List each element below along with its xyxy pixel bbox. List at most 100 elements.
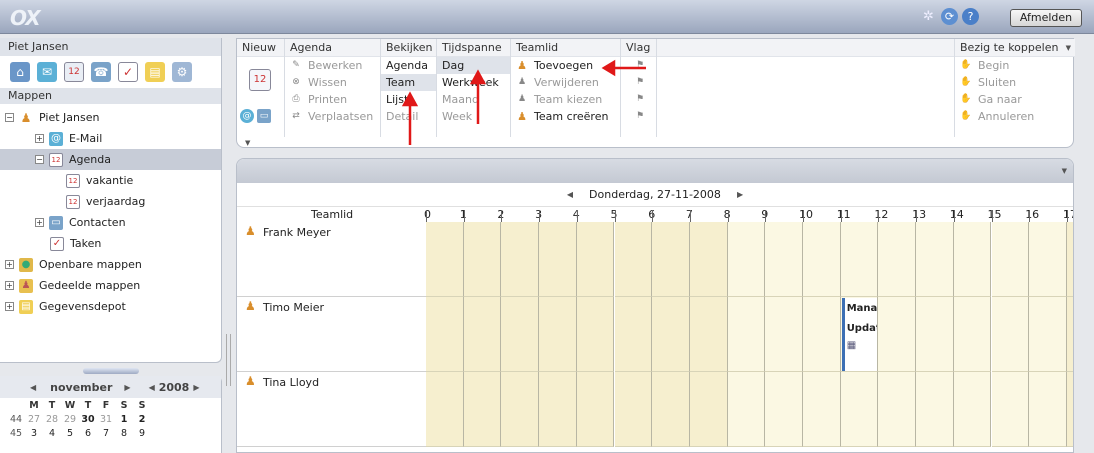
chevron-down-icon[interactable]: ▼ xyxy=(245,139,250,147)
time-slot[interactable] xyxy=(463,222,502,297)
time-slot[interactable] xyxy=(765,372,803,447)
tree-item-taken[interactable]: ✓ Taken xyxy=(0,233,221,254)
timespan-workweek-button[interactable]: Werkweek xyxy=(437,74,510,91)
expand-icon[interactable]: + xyxy=(5,260,14,269)
time-slot[interactable] xyxy=(1066,297,1073,372)
team-member-row[interactable]: ♟ Frank Meyer xyxy=(237,222,426,297)
calendar-day[interactable]: 7 xyxy=(97,428,115,439)
link-goto-button[interactable]: ✋ Ga naar xyxy=(955,91,1075,108)
chevron-down-icon[interactable]: ▼ xyxy=(1062,167,1067,175)
collapse-icon[interactable]: − xyxy=(5,113,14,122)
time-slot[interactable] xyxy=(614,372,653,447)
panel-splitter-handle[interactable] xyxy=(83,368,139,374)
time-slot[interactable] xyxy=(501,222,540,297)
time-slot[interactable] xyxy=(463,297,502,372)
vertical-splitter-handle[interactable] xyxy=(226,334,231,386)
tree-item-contacten[interactable]: + ▭ Contacten xyxy=(0,212,221,233)
calendar-day[interactable]: 1 xyxy=(115,414,133,425)
mail-module-icon[interactable]: ✉ xyxy=(37,62,57,82)
time-slot[interactable] xyxy=(614,297,653,372)
team-member-row[interactable]: ♟ Timo Meier xyxy=(237,297,426,372)
calendar-day-today[interactable]: 30 xyxy=(79,414,97,425)
time-slot[interactable] xyxy=(727,222,766,297)
next-day-icon[interactable]: ▶ xyxy=(737,190,743,199)
time-slot[interactable] xyxy=(991,297,1030,372)
next-month-icon[interactable]: ▶ xyxy=(124,383,130,392)
calendar-day[interactable]: 29 xyxy=(61,414,79,425)
time-slot[interactable] xyxy=(463,372,502,447)
time-slot[interactable] xyxy=(878,297,917,372)
new-contact-icon[interactable]: ▭ xyxy=(257,109,271,123)
time-slot[interactable] xyxy=(1029,372,1067,447)
time-slot[interactable] xyxy=(803,222,841,297)
time-slot[interactable] xyxy=(840,222,879,297)
time-slot[interactable] xyxy=(539,297,577,372)
calendar-day[interactable]: 28 xyxy=(43,414,61,425)
time-slot[interactable] xyxy=(727,372,766,447)
settings-module-icon[interactable]: ⚙ xyxy=(172,62,192,82)
refresh-icon[interactable]: ⟳ xyxy=(941,8,958,25)
mini-calendar-month[interactable]: november xyxy=(50,381,112,394)
calendar-day[interactable]: 6 xyxy=(79,428,97,439)
home-icon[interactable]: ⌂ xyxy=(10,62,30,82)
collapse-icon[interactable]: − xyxy=(35,155,44,164)
expand-icon[interactable]: + xyxy=(35,218,44,227)
tree-item-public-folders[interactable]: + ● Openbare mappen xyxy=(0,254,221,275)
logout-button[interactable]: Afmelden xyxy=(1010,9,1082,27)
expand-icon[interactable]: + xyxy=(5,281,14,290)
time-slot[interactable] xyxy=(916,297,954,372)
tree-item-vakantie[interactable]: 12 vakantie xyxy=(0,170,221,191)
time-slot[interactable] xyxy=(539,372,577,447)
new-mail-icon[interactable]: @ xyxy=(240,109,254,123)
time-slot[interactable] xyxy=(652,222,690,297)
flag-option[interactable]: ⚑ xyxy=(621,91,656,108)
prev-day-icon[interactable]: ◀ xyxy=(567,190,573,199)
calendar-day[interactable]: 8 xyxy=(115,428,133,439)
appointment-block[interactable]: Manag Updat ▦ xyxy=(841,298,878,371)
prev-month-icon[interactable]: ◀ xyxy=(30,383,36,392)
calendar-module-icon[interactable]: 12 xyxy=(64,62,84,82)
time-slot[interactable] xyxy=(501,372,540,447)
calendar-day[interactable]: 5 xyxy=(61,428,79,439)
tree-item-agenda[interactable]: − 12 Agenda xyxy=(0,149,221,170)
spinner-icon[interactable]: ✲ xyxy=(920,8,937,25)
time-slot[interactable] xyxy=(991,222,1030,297)
calendar-day[interactable]: 27 xyxy=(25,414,43,425)
time-slot[interactable] xyxy=(576,372,615,447)
time-slot[interactable] xyxy=(1066,222,1073,297)
time-slot[interactable] xyxy=(689,372,728,447)
team-member-row[interactable]: ♟ Tina Lloyd xyxy=(237,372,426,447)
time-slot[interactable] xyxy=(1029,297,1067,372)
flag-option[interactable]: ⚑ xyxy=(621,57,656,74)
expand-icon[interactable]: + xyxy=(5,302,14,311)
help-icon[interactable]: ? xyxy=(962,8,979,25)
time-slot[interactable] xyxy=(916,222,954,297)
time-slot[interactable] xyxy=(652,372,690,447)
time-slot[interactable] xyxy=(689,222,728,297)
time-slot[interactable] xyxy=(1066,372,1073,447)
time-slot[interactable] xyxy=(878,222,917,297)
contacts-module-icon[interactable]: ☎ xyxy=(91,62,111,82)
chevron-down-icon[interactable]: ▼ xyxy=(1066,39,1071,56)
calendar-day[interactable]: 9 xyxy=(133,428,151,439)
time-slot[interactable] xyxy=(991,372,1030,447)
infostore-module-icon[interactable]: ▤ xyxy=(145,62,165,82)
calendar-day[interactable]: 3 xyxy=(25,428,43,439)
time-slot[interactable] xyxy=(576,222,615,297)
expand-icon[interactable]: + xyxy=(35,134,44,143)
time-slot[interactable] xyxy=(765,222,803,297)
calendar-day[interactable]: 2 xyxy=(133,414,151,425)
time-slot[interactable] xyxy=(426,222,464,297)
time-slot[interactable] xyxy=(916,372,954,447)
tree-item-verjaardag[interactable]: 12 verjaardag xyxy=(0,191,221,212)
time-slot[interactable] xyxy=(539,222,577,297)
link-cancel-button[interactable]: ✋ Annuleren xyxy=(955,108,1075,125)
time-slot[interactable] xyxy=(840,372,879,447)
view-agenda-button[interactable]: Agenda xyxy=(381,57,436,74)
time-slot[interactable] xyxy=(878,372,917,447)
create-team-button[interactable]: ♟ Team creëren xyxy=(511,108,620,125)
view-list-button[interactable]: Lijst xyxy=(381,91,436,108)
time-slot[interactable] xyxy=(727,297,766,372)
link-close-button[interactable]: ✋ Sluiten xyxy=(955,74,1075,91)
timespan-week-button[interactable]: Week xyxy=(437,108,510,125)
